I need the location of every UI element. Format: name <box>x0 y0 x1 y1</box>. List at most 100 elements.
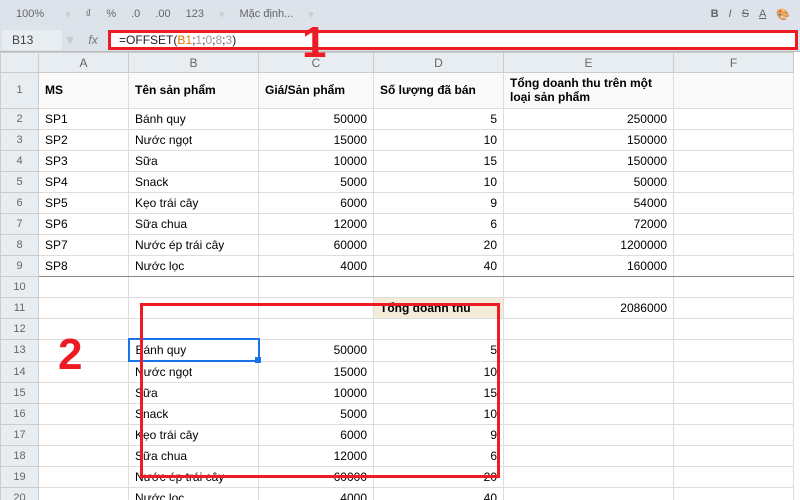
cell[interactable]: 150000 <box>504 150 674 171</box>
cell[interactable]: 9 <box>374 192 504 213</box>
row-header[interactable]: 6 <box>1 192 39 213</box>
cell[interactable] <box>674 467 794 488</box>
percent-icon[interactable]: % <box>106 8 116 20</box>
cell[interactable] <box>39 297 129 318</box>
cell[interactable]: 15 <box>374 150 504 171</box>
cell[interactable] <box>504 339 674 361</box>
cell[interactable] <box>674 318 794 339</box>
cell[interactable]: 50000 <box>259 108 374 129</box>
cell[interactable]: Sữa <box>129 150 259 171</box>
col-header-b[interactable]: B <box>129 53 259 73</box>
cell[interactable]: Sữa chua <box>129 213 259 234</box>
cell[interactable]: Sữa <box>129 383 259 404</box>
cell[interactable]: 5 <box>374 108 504 129</box>
cell[interactable]: 5000 <box>259 171 374 192</box>
cell[interactable]: Nước lọc <box>129 488 259 500</box>
cell[interactable] <box>259 318 374 339</box>
bold-icon[interactable]: B <box>711 8 719 20</box>
row-header[interactable]: 20 <box>1 488 39 500</box>
cell[interactable]: Kẹo trái cây <box>129 192 259 213</box>
row-header[interactable]: 5 <box>1 171 39 192</box>
row-header[interactable]: 4 <box>1 150 39 171</box>
cell[interactable]: 10 <box>374 171 504 192</box>
row-header[interactable]: 3 <box>1 129 39 150</box>
cell[interactable]: Kẹo trái cây <box>129 425 259 446</box>
cell[interactable]: Nước ngọt <box>129 129 259 150</box>
cell[interactable] <box>39 467 129 488</box>
cell[interactable]: 50000 <box>259 339 374 361</box>
cell[interactable]: 6 <box>374 446 504 467</box>
cell[interactable] <box>39 383 129 404</box>
row-header[interactable]: 17 <box>1 425 39 446</box>
cell[interactable]: 10 <box>374 404 504 425</box>
fill-color-icon[interactable]: 🎨 <box>776 8 790 21</box>
row-header[interactable]: 19 <box>1 467 39 488</box>
cell[interactable] <box>504 383 674 404</box>
cell[interactable]: SP4 <box>39 171 129 192</box>
cell[interactable] <box>259 297 374 318</box>
cell[interactable] <box>504 318 674 339</box>
cell[interactable]: Sữa chua <box>129 446 259 467</box>
col-header-a[interactable]: A <box>39 53 129 73</box>
cell[interactable] <box>504 488 674 500</box>
cell[interactable]: Nước ép trái cây <box>129 467 259 488</box>
cell[interactable]: 5 <box>374 339 504 361</box>
cell[interactable] <box>674 404 794 425</box>
text-color-icon[interactable]: A <box>759 8 766 20</box>
cell[interactable]: 50000 <box>504 171 674 192</box>
cell[interactable]: Snack <box>129 404 259 425</box>
row-header[interactable]: 16 <box>1 404 39 425</box>
cell[interactable] <box>39 339 129 361</box>
cell-summary-value[interactable]: 2086000 <box>504 297 674 318</box>
cell[interactable]: Số lượng đã bán <box>374 73 504 109</box>
cell[interactable] <box>129 276 259 297</box>
cell[interactable] <box>39 425 129 446</box>
cell[interactable] <box>39 361 129 383</box>
cell[interactable]: 1200000 <box>504 234 674 255</box>
cell[interactable]: 40 <box>374 255 504 276</box>
cell[interactable] <box>504 276 674 297</box>
cell[interactable]: SP6 <box>39 213 129 234</box>
cell[interactable]: 4000 <box>259 488 374 500</box>
cell[interactable]: 160000 <box>504 255 674 276</box>
cell[interactable] <box>129 297 259 318</box>
cell[interactable] <box>39 404 129 425</box>
row-header[interactable]: 2 <box>1 108 39 129</box>
cell[interactable]: 150000 <box>504 129 674 150</box>
row-header[interactable]: 11 <box>1 297 39 318</box>
row-header[interactable]: 10 <box>1 276 39 297</box>
spreadsheet-grid[interactable]: A B C D E F 1 MS Tên sản phẩm Giá/Sản ph… <box>0 52 800 500</box>
currency-icon[interactable]: ₫ <box>86 8 92 20</box>
row-header[interactable]: 14 <box>1 361 39 383</box>
cell[interactable] <box>39 318 129 339</box>
cell[interactable]: 72000 <box>504 213 674 234</box>
cell[interactable]: Tên sản phẩm <box>129 73 259 109</box>
row-header[interactable]: 1 <box>1 73 39 109</box>
cell[interactable]: Nước ép trái cây <box>129 234 259 255</box>
cell[interactable] <box>674 361 794 383</box>
cell[interactable] <box>129 318 259 339</box>
cell[interactable] <box>504 425 674 446</box>
row-header[interactable]: 15 <box>1 383 39 404</box>
cell[interactable]: 9 <box>374 425 504 446</box>
cell[interactable] <box>674 276 794 297</box>
cell[interactable] <box>674 108 794 129</box>
cell[interactable]: Bánh quy <box>129 339 259 361</box>
row-header[interactable]: 12 <box>1 318 39 339</box>
cell[interactable]: Nước ngọt <box>129 361 259 383</box>
name-box[interactable]: B13 <box>2 30 62 50</box>
cell[interactable]: 10000 <box>259 150 374 171</box>
cell[interactable]: 12000 <box>259 213 374 234</box>
cell[interactable]: 12000 <box>259 446 374 467</box>
cell[interactable] <box>674 383 794 404</box>
cell[interactable]: Tổng doanh thu trên một loại sản phẩm <box>504 73 674 109</box>
cell[interactable] <box>374 318 504 339</box>
cell[interactable]: 60000 <box>259 234 374 255</box>
cell[interactable]: 20 <box>374 467 504 488</box>
cell[interactable]: 54000 <box>504 192 674 213</box>
cell[interactable] <box>504 361 674 383</box>
decrease-decimal-icon[interactable]: .0 <box>131 8 140 20</box>
cell[interactable] <box>39 276 129 297</box>
cell[interactable]: 40 <box>374 488 504 500</box>
format-123-button[interactable]: 123 <box>186 8 204 20</box>
